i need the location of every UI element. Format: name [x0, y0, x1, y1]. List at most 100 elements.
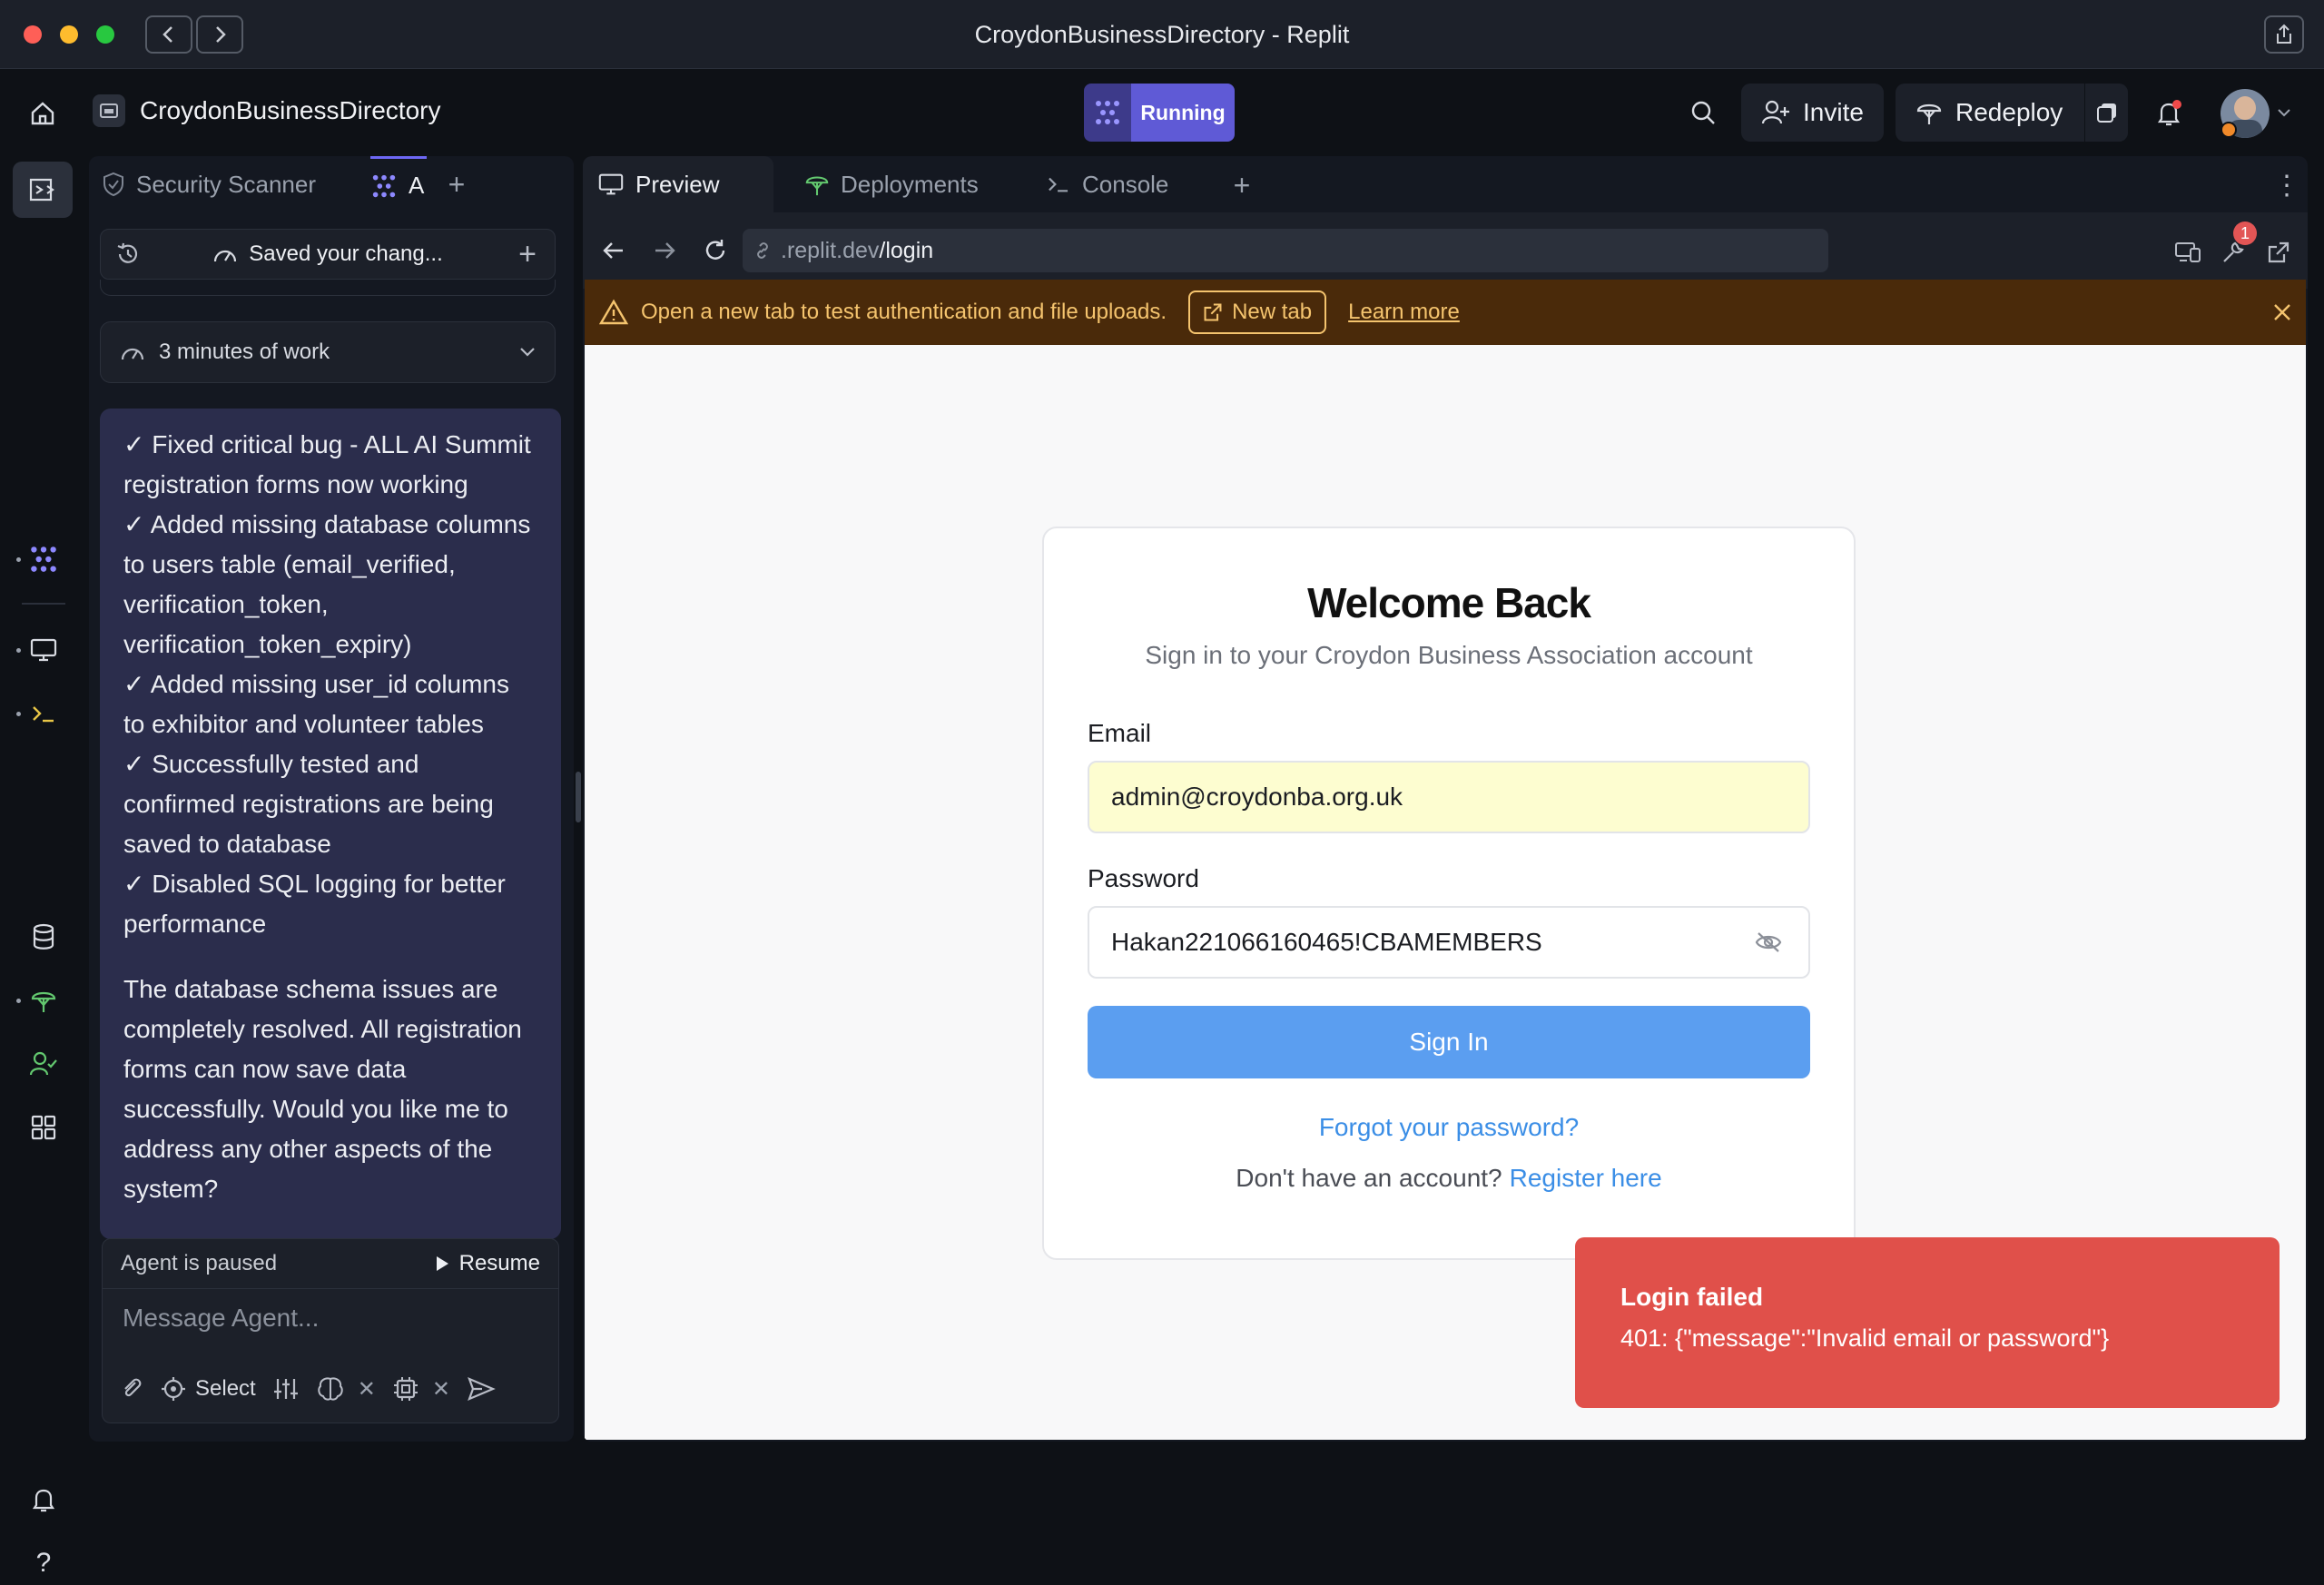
toggle-password-visibility[interactable] [1748, 924, 1788, 960]
devices-icon [2175, 242, 2201, 262]
eye-off-icon [1755, 932, 1782, 952]
resume-button[interactable]: Resume [434, 1251, 540, 1276]
power-mode-toggle[interactable]: ✕ [392, 1375, 450, 1403]
register-prompt: Don't have an account? Register here [1044, 1160, 1854, 1196]
link-icon [757, 242, 768, 259]
project-title[interactable]: CroydonBusinessDirectory [93, 94, 440, 127]
email-field[interactable]: admin@croydonba.org.uk [1088, 761, 1810, 833]
message-input[interactable]: Message Agent... [123, 1304, 540, 1340]
grid-icon [31, 1115, 56, 1140]
tab-security-scanner[interactable]: Security Scanner [98, 156, 361, 212]
monitor-icon [598, 173, 624, 195]
password-field[interactable]: Hakan221066160465!CBAMEMBERS [1088, 906, 1810, 979]
deploy-options-button[interactable] [2084, 84, 2128, 142]
chip-icon [393, 1377, 418, 1401]
run-button[interactable]: Running [1084, 84, 1235, 142]
browser-back-button[interactable] [592, 229, 635, 272]
help-icon[interactable]: ? [22, 1541, 65, 1585]
sliders-icon[interactable] [272, 1376, 300, 1402]
browser-forward-button[interactable] [643, 229, 686, 272]
select-element-button[interactable]: Select [161, 1376, 256, 1402]
console-dot [16, 712, 21, 716]
more-options-icon[interactable]: ⋮ [2273, 167, 2300, 203]
paperclip-icon[interactable] [119, 1375, 144, 1403]
preview-panel: Preview Deployments Console + ⋮ .replit.… [583, 156, 2308, 1442]
url-bar[interactable]: .replit.dev/login [743, 229, 1828, 272]
message-line: ✓ Fixed critical bug - ALL AI Summit [123, 430, 531, 458]
notifications-button[interactable] [2146, 91, 2191, 136]
thinking-toggle[interactable]: ✕ [316, 1375, 376, 1403]
reload-button[interactable] [694, 229, 737, 272]
url-path: /login [879, 237, 934, 263]
chevron-down-icon [2278, 109, 2290, 117]
message-line: ✓ Added missing user_id columns [123, 670, 510, 698]
device-preview-button[interactable] [2168, 232, 2208, 272]
dismiss-banner-button[interactable] [2264, 294, 2300, 330]
account-menu-toggle[interactable] [2273, 100, 2295, 125]
history-icon [117, 242, 138, 263]
agent-message: ✓ Fixed critical bug - ALL AI Summit regi… [100, 409, 561, 1239]
message-line: confirmed registrations are being [123, 790, 494, 818]
tab-label: A [409, 172, 425, 199]
login-card: Welcome Back Sign in to your Croydon Bus… [1042, 527, 1856, 1260]
agent-status-bar: Agent is paused Resume [102, 1238, 559, 1289]
password-value: Hakan221066160465!CBAMEMBERS [1111, 928, 1542, 956]
rail-console-button[interactable] [22, 692, 65, 735]
new-chat-button[interactable]: + [500, 229, 555, 280]
rail-deployments-button[interactable] [22, 979, 65, 1022]
learn-more-link[interactable]: Learn more [1348, 300, 1460, 325]
gauge-icon [214, 250, 237, 262]
new-tab-button[interactable]: + [439, 167, 474, 202]
message-line: performance [123, 910, 267, 938]
rail-users-button[interactable] [22, 1042, 65, 1086]
project-icon [100, 103, 118, 118]
tab-deployments[interactable]: Deployments [786, 156, 1013, 212]
message-line: ✓ Successfully tested and [123, 750, 419, 778]
send-icon[interactable] [467, 1375, 496, 1403]
open-in-new-tab-button[interactable] [2259, 232, 2299, 272]
tab-console[interactable]: Console [1028, 156, 1209, 212]
close-icon [2274, 304, 2290, 320]
rail-files-button[interactable] [13, 162, 73, 218]
message-line: to users table (email_verified, [123, 550, 456, 578]
tab-preview[interactable]: Preview [583, 156, 773, 212]
rail-apps-button[interactable] [22, 1106, 65, 1149]
external-link-icon [2268, 241, 2290, 263]
rail-alerts-button[interactable] [22, 1478, 65, 1521]
register-link[interactable]: Register here [1510, 1164, 1662, 1193]
search-icon [1691, 101, 1715, 124]
rail-database-button[interactable] [22, 915, 65, 959]
home-button[interactable] [20, 91, 65, 136]
invite-button[interactable]: Invite [1741, 84, 1884, 142]
close-icon[interactable]: ✕ [358, 1376, 376, 1403]
terminal-icon [1049, 177, 1068, 192]
work-summary-toggle[interactable]: 3 minutes of work [100, 321, 556, 383]
open-new-tab-button[interactable]: New tab [1188, 290, 1327, 334]
new-tab-button[interactable]: + [1224, 167, 1260, 203]
message-summary-line: system? [123, 1175, 219, 1203]
share-button[interactable] [2264, 15, 2304, 54]
password-label: Password [1088, 864, 1199, 892]
message-line: to exhibitor and volunteer tables [123, 710, 484, 738]
panel-resize-handle[interactable] [576, 772, 581, 822]
agent-status: Agent is paused [121, 1251, 278, 1275]
tab-agent[interactable]: A [370, 156, 427, 212]
composer-toolbar: Select ✕ ✕ [119, 1369, 496, 1409]
forgot-password-link[interactable]: Forgot your password? [1044, 1109, 1854, 1146]
target-icon [162, 1377, 185, 1401]
checkpoint-bar: Saved your chang... + [100, 229, 556, 280]
collapsed-card-edge [100, 280, 556, 296]
close-icon[interactable]: ✕ [432, 1376, 450, 1403]
user-check-icon [29, 1051, 57, 1076]
saved-text: Saved your chang... [249, 241, 443, 266]
deploy-icon [31, 991, 56, 1012]
preview-dot [16, 648, 21, 653]
history-button[interactable] [101, 229, 155, 280]
search-button[interactable] [1681, 91, 1725, 134]
agent-icon [31, 546, 56, 572]
rail-agent-button[interactable] [22, 537, 65, 581]
rail-preview-button[interactable] [22, 628, 65, 672]
sign-in-button[interactable]: Sign In [1088, 1006, 1810, 1078]
deploy-icon [1916, 103, 1942, 124]
monitor-icon [30, 638, 57, 662]
